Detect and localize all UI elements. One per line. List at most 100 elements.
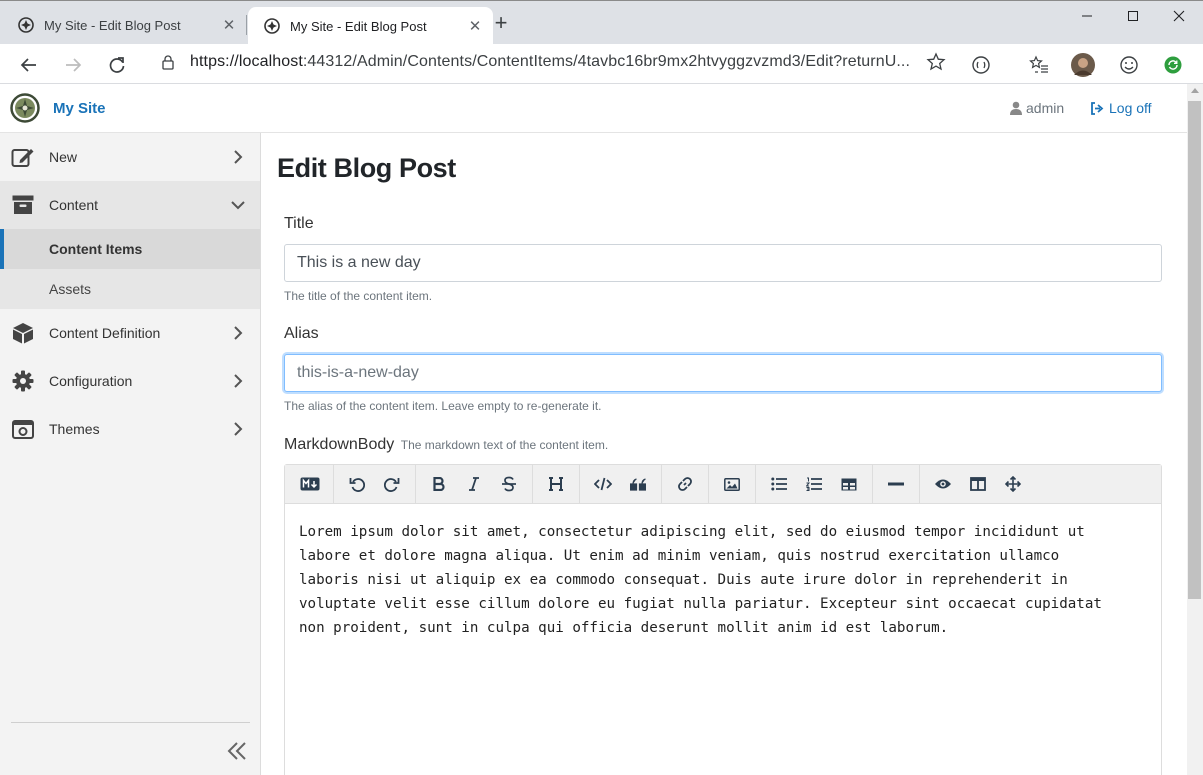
forward-arrow-icon[interactable] (60, 52, 86, 78)
back-arrow-icon[interactable] (16, 52, 42, 78)
sidebar-divider (11, 722, 250, 723)
maximize-window-icon[interactable] (1110, 5, 1156, 27)
title-value: This is a new day (297, 254, 421, 271)
tab-title: My Site - Edit Blog Post (44, 17, 181, 33)
title-hint: The title of the content item. (284, 289, 433, 303)
main-content: Edit Blog Post Title This is a new day T… (262, 133, 1187, 775)
scrollbar-thumb[interactable] (1188, 101, 1201, 599)
side-by-side-icon[interactable] (963, 469, 993, 499)
alias-hint: The alias of the content item. Leave emp… (284, 399, 602, 413)
alias-label: Alias (284, 325, 319, 342)
collapse-sidebar-icon[interactable] (226, 740, 248, 762)
strikethrough-icon[interactable] (494, 469, 524, 499)
ordered-list-icon[interactable] (799, 469, 829, 499)
site-name-link[interactable]: My Site (53, 100, 106, 117)
markdown-text-area[interactable]: Lorem ipsum dolor sit amet, consectetur … (285, 504, 1161, 656)
site-favicon-icon (18, 17, 34, 33)
toolbar-separator (661, 464, 662, 504)
editor-toolbar (285, 464, 1161, 504)
toolbar-separator (333, 464, 334, 504)
title-field[interactable]: This is a new day (284, 244, 1162, 282)
browser-tab[interactable]: My Site - Edit Blog Post ✕ (2, 9, 247, 41)
scroll-up-arrow-icon[interactable] (1191, 88, 1199, 93)
sidebar-item-label: Content Definition (49, 325, 161, 341)
admin-sidebar: New Content Content Items Assets Content… (0, 133, 261, 775)
heading-icon[interactable] (541, 469, 571, 499)
chevron-right-icon (234, 422, 243, 436)
sidebar-item-label: Content (49, 197, 99, 213)
code-icon[interactable] (588, 469, 618, 499)
orchard-logo-icon[interactable] (10, 93, 40, 123)
toolbar-separator (579, 464, 580, 504)
title-label: Title (284, 215, 314, 232)
sign-out-icon (1091, 101, 1104, 115)
url-text: https://localhost:44312/Admin/Contents/C… (190, 53, 920, 71)
feedback-smiley-icon[interactable] (1116, 52, 1142, 78)
sidebar-item-label: Themes (49, 421, 100, 437)
markdown-label-text: MarkdownBody (284, 436, 395, 453)
gear-icon (11, 369, 35, 393)
app-header: My Site admin Log off (0, 84, 1187, 133)
toolbar-separator (872, 464, 873, 504)
sidebar-item-label: New (49, 149, 78, 165)
fullscreen-icon[interactable] (998, 469, 1028, 499)
link-icon[interactable] (670, 469, 700, 499)
bold-icon[interactable] (424, 469, 454, 499)
sidebar-subitem-content-items[interactable]: Content Items (0, 229, 260, 269)
logoff-link[interactable]: Log off (1090, 100, 1152, 116)
refresh-icon[interactable] (104, 52, 130, 78)
user-icon (1010, 101, 1022, 115)
site-favicon-icon (264, 18, 280, 34)
url-host: https://localhost (190, 53, 303, 70)
close-tab-icon[interactable]: ✕ (467, 18, 483, 35)
redo-icon[interactable] (377, 469, 407, 499)
sidebar-item-content-definition[interactable]: Content Definition (0, 309, 260, 357)
chevron-down-icon (231, 201, 245, 210)
image-icon[interactable] (717, 469, 747, 499)
toolbar-separator (415, 464, 416, 504)
chevron-right-icon (234, 150, 243, 164)
toolbar-separator (708, 464, 709, 504)
url-path: :44312/Admin/Contents/ContentItems/4tavb… (302, 53, 910, 70)
preview-eye-icon[interactable] (928, 469, 958, 499)
alias-field[interactable]: this-is-a-new-day (284, 354, 1162, 392)
user-menu[interactable]: admin (1010, 100, 1064, 116)
markdown-guide-icon[interactable] (295, 469, 325, 499)
unordered-list-icon[interactable] (764, 469, 794, 499)
toolbar-separator (755, 464, 756, 504)
sidebar-subitem-assets[interactable]: Assets (0, 269, 260, 309)
sidebar-item-content[interactable]: Content (0, 181, 260, 229)
edit-icon (11, 145, 35, 169)
new-tab-button[interactable]: + (490, 12, 512, 35)
sidebar-item-themes[interactable]: Themes (0, 405, 260, 453)
cube-icon (11, 321, 35, 345)
browser-tab-strip: My Site - Edit Blog Post ✕ My Site - Edi… (0, 0, 1203, 45)
browser-tab-active[interactable]: My Site - Edit Blog Post ✕ (248, 7, 493, 45)
undo-icon[interactable] (342, 469, 372, 499)
sync-icon[interactable] (1160, 52, 1186, 78)
tab-divider (246, 15, 247, 35)
horizontal-rule-icon[interactable] (881, 469, 911, 499)
table-icon[interactable] (834, 469, 864, 499)
reader-mode-icon[interactable] (968, 52, 994, 78)
minimize-window-icon[interactable] (1064, 5, 1110, 27)
close-window-icon[interactable] (1156, 5, 1202, 27)
bookmark-star-icon[interactable] (926, 52, 946, 72)
italic-icon[interactable] (459, 469, 489, 499)
close-tab-icon[interactable]: ✕ (221, 17, 237, 34)
sidebar-item-new[interactable]: New (0, 133, 260, 181)
profile-avatar[interactable] (1070, 52, 1096, 78)
logoff-label: Log off (1109, 100, 1152, 116)
quote-icon[interactable] (623, 469, 653, 499)
tab-title: My Site - Edit Blog Post (290, 18, 427, 34)
sidebar-item-label: Configuration (49, 373, 133, 389)
markdown-hint: The markdown text of the content item. (400, 438, 609, 452)
address-bar[interactable]: https://localhost:44312/Admin/Contents/C… (146, 46, 954, 78)
theme-icon (11, 417, 35, 441)
toolbar-separator (919, 464, 920, 504)
favorites-icon[interactable] (1026, 52, 1052, 78)
alias-value: this-is-a-new-day (297, 364, 419, 381)
markdown-label: MarkdownBody The markdown text of the co… (284, 436, 608, 454)
sidebar-item-configuration[interactable]: Configuration (0, 357, 260, 405)
lock-icon (162, 55, 174, 70)
